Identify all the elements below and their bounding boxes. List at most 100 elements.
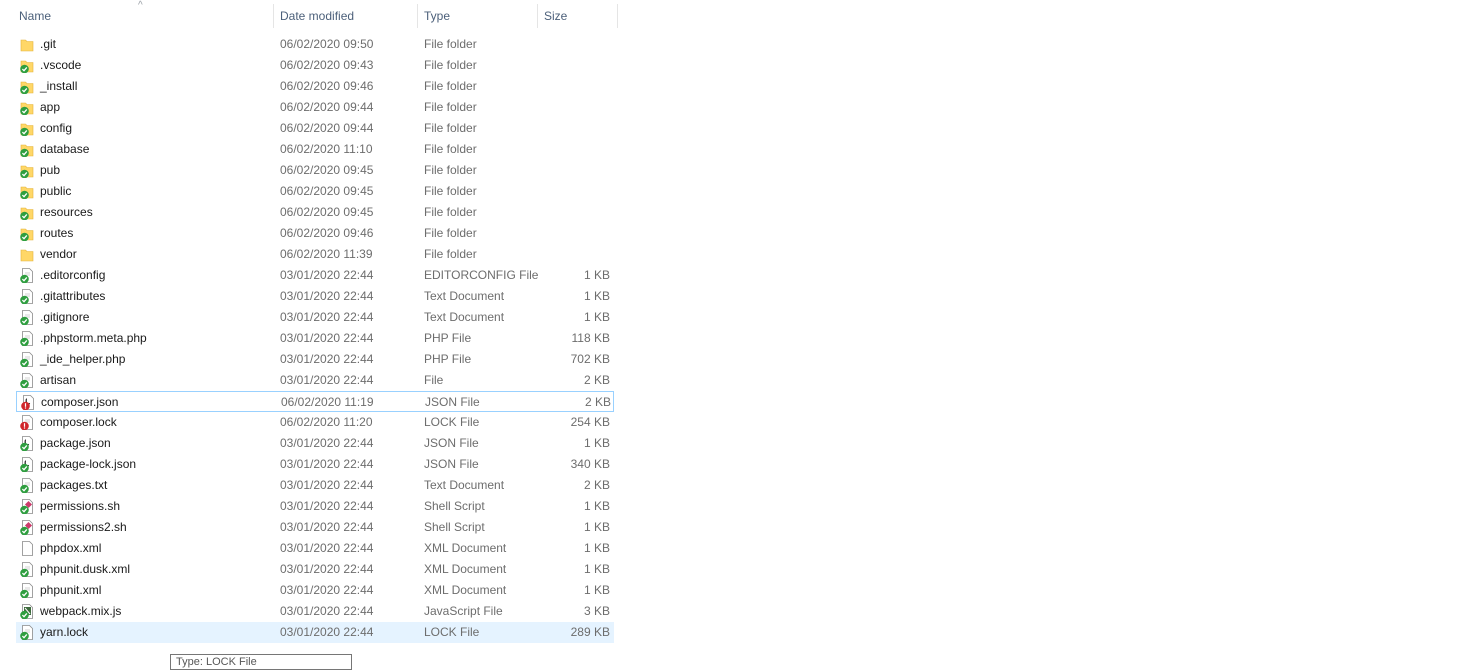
file-type: File folder [424,79,477,93]
file-date-modified: 06/02/2020 09:44 [280,100,374,114]
file-row[interactable]: phpunit.dusk.xml 03/01/2020 22:44 XML Docu… [16,559,614,580]
column-header-size[interactable]: Size [538,0,617,32]
json-synced-icon [20,457,33,472]
file-date-modified: 06/02/2020 09:46 [280,79,374,93]
file-row[interactable]: public 06/02/2020 09:45 File folder [16,181,614,202]
file-row[interactable]: .phpstorm.meta.php 03/01/2020 22:44 PHP Fi… [16,328,614,349]
file-row[interactable]: routes 06/02/2020 09:46 File folder [16,223,614,244]
file-size [538,160,610,181]
file-date-modified: 06/02/2020 11:19 [281,395,374,409]
file-size: 1 KB [583,562,610,576]
file-name: vendor [40,247,77,261]
file-size [538,34,610,55]
folder-synced-icon [20,186,34,199]
file-type: JSON File [424,457,479,471]
file-name: public [40,184,72,198]
file-type: LOCK File [424,415,480,429]
file-date-modified: 03/01/2020 22:44 [280,310,374,324]
script-synced-icon [20,499,33,514]
file-date-modified: 03/01/2020 22:44 [280,436,374,450]
file-type: XML Document [424,541,507,555]
file-row[interactable]: .gitattributes 03/01/2020 22:44 Text Docum… [16,286,614,307]
file-row[interactable]: composer.json 06/02/2020 11:19 JSON File 2 … [16,391,614,412]
file-row[interactable]: app 06/02/2020 09:44 File folder [16,97,614,118]
file-synced-icon [20,268,33,283]
file-size: 1 KB [583,268,610,282]
file-row[interactable]: .git 06/02/2020 09:50 File folder [16,34,614,55]
file-row[interactable]: pub 06/02/2020 09:45 File folder [16,160,614,181]
file-row[interactable]: _install 06/02/2020 09:46 File folder [16,76,614,97]
file-row[interactable]: resources 06/02/2020 09:45 File folder [16,202,614,223]
file-row[interactable]: package-lock.json 03/01/2020 22:44 JSON Fi… [16,454,614,475]
file-type: Text Document [424,310,505,324]
file-row[interactable]: database 06/02/2020 11:10 File folder [16,139,614,160]
file-row[interactable]: artisan 03/01/2020 22:44 File 2 KB [16,370,614,391]
file-name: package.json [40,436,111,450]
file-type: Text Document [424,289,505,303]
folder-synced-icon [20,165,34,178]
file-row[interactable]: package.json 03/01/2020 22:44 JSON File 1 K… [16,433,614,454]
file-date-modified: 06/02/2020 09:45 [280,205,374,219]
file-date-modified: 03/01/2020 22:44 [280,562,374,576]
file-type: File folder [424,163,477,177]
file-row[interactable]: permissions.sh 03/01/2020 22:44 Shell Scri… [16,496,614,517]
file-size [538,76,610,97]
file-date-modified: 06/02/2020 09:45 [280,184,374,198]
file-name: permissions2.sh [40,520,127,534]
file-row[interactable]: .gitignore 03/01/2020 22:44 Text Document 1… [16,307,614,328]
file-size: 1 KB [583,499,610,513]
file-name: composer.json [41,395,119,409]
file-type: File folder [424,37,477,51]
file-size [538,118,610,139]
file-row[interactable]: webpack.mix.js 03/01/2020 22:44 JavaScript… [16,601,614,622]
file-name: permissions.sh [40,499,121,513]
script-synced-icon [20,520,33,535]
file-name: resources [40,205,93,219]
column-header-type[interactable]: Type [418,0,537,32]
file-date-modified: 06/02/2020 09:43 [280,58,374,72]
file-name: package-lock.json [40,457,137,471]
file-row[interactable]: .editorconfig 03/01/2020 22:44 EDITORCONFI… [16,265,614,286]
folder-icon [20,249,34,262]
file-size: 2 KB [583,373,610,387]
file-type: File folder [424,121,477,135]
file-row[interactable]: composer.lock 06/02/2020 11:20 LOCK File 25… [16,412,614,433]
column-header-name[interactable]: Name [13,0,273,32]
column-header-date-modified[interactable]: Date modified [274,0,417,32]
file-name: webpack.mix.js [40,604,122,618]
file-row[interactable]: vendor 06/02/2020 11:39 File folder [16,244,614,265]
file-name: phpunit.xml [40,583,102,597]
file-row[interactable]: phpdox.xml 03/01/2020 22:44 XML Document 1 … [16,538,614,559]
file-name: .gitattributes [40,289,106,303]
file-synced-icon [20,331,33,346]
folder-synced-icon [20,81,34,94]
file-row[interactable]: packages.txt 03/01/2020 22:44 Text Documen… [16,475,614,496]
file-list: Name ^ Date modified Type Size .git 06/02… [0,0,620,643]
file-size: 3 KB [583,604,610,618]
file-name: _install [40,79,78,93]
file-name: phpunit.dusk.xml [40,562,131,576]
column-divider[interactable] [617,4,618,28]
file-row[interactable]: config 06/02/2020 09:44 File folder [16,118,614,139]
file-row[interactable]: .vscode 06/02/2020 09:43 File folder [16,55,614,76]
folder-synced-icon [20,102,34,115]
file-date-modified: 03/01/2020 22:44 [280,268,374,282]
file-type: File folder [424,226,477,240]
file-date-modified: 03/01/2020 22:44 [280,457,374,471]
file-size [538,97,610,118]
file-size: 1 KB [583,520,610,534]
file-synced-icon [20,583,33,598]
file-size [538,223,610,244]
file-synced-icon [20,352,33,367]
folder-synced-icon [20,207,34,220]
file-row[interactable]: yarn.lock 03/01/2020 22:44 LOCK File 289 KB [16,622,614,643]
column-header-bar: Name ^ Date modified Type Size [0,0,620,32]
file-size: 340 KB [570,457,610,471]
file-date-modified: 06/02/2020 09:50 [280,37,374,51]
file-name: pub [40,163,61,177]
file-row[interactable]: _ide_helper.php 03/01/2020 22:44 PHP File 7… [16,349,614,370]
file-name: _ide_helper.php [40,352,126,366]
file-size: 702 KB [570,352,610,366]
file-row[interactable]: phpunit.xml 03/01/2020 22:44 XML Document 1… [16,580,614,601]
file-row[interactable]: permissions2.sh 03/01/2020 22:44 Shell Scr… [16,517,614,538]
